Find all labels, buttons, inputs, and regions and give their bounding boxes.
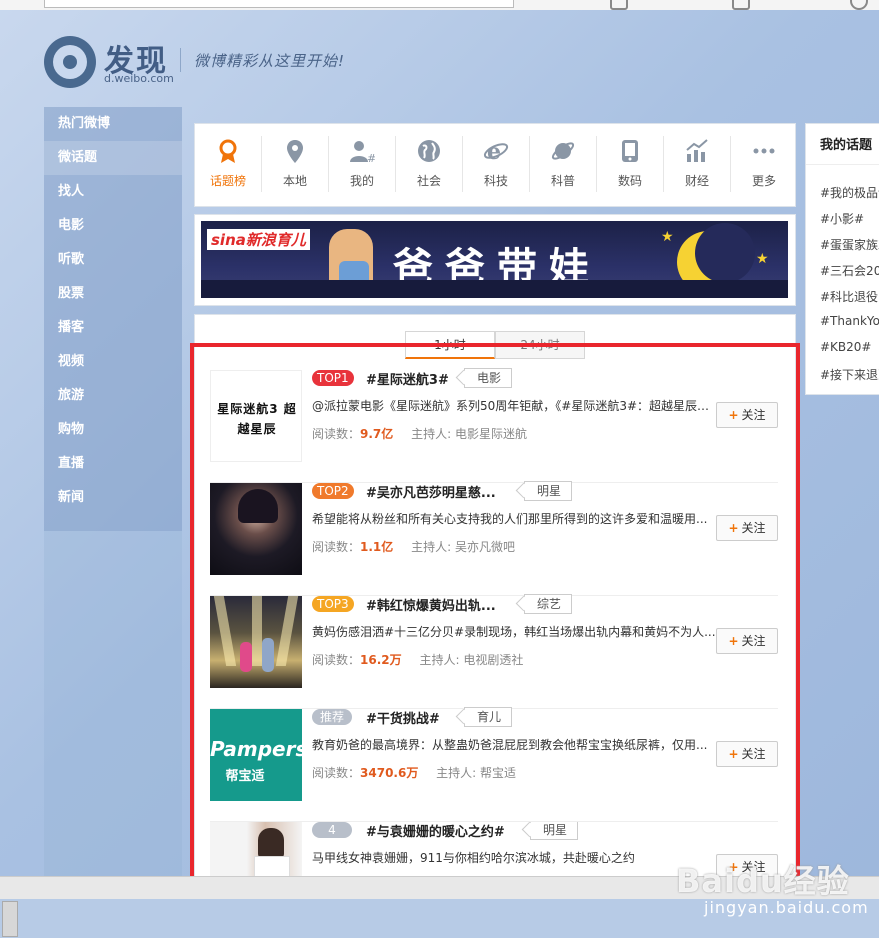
nav-item-find-people[interactable]: 找人 bbox=[44, 175, 182, 209]
ad-banner[interactable]: sina新浪育儿 爸爸带娃 ★ ★ bbox=[201, 221, 788, 298]
globe-icon bbox=[416, 138, 442, 164]
baidu-watermark: Baidu经验 bbox=[676, 862, 850, 900]
baidu-watermark-url: jingyan.baidu.com bbox=[704, 898, 869, 917]
star-icon: ★ bbox=[661, 229, 674, 245]
nav-item-videos[interactable]: 视频 bbox=[44, 345, 182, 379]
star-icon: ★ bbox=[756, 251, 769, 267]
taskbar-button[interactable] bbox=[2, 901, 18, 937]
category-digital[interactable]: 数码 bbox=[597, 124, 663, 206]
chart-up-icon bbox=[684, 138, 710, 164]
left-sidebar-background bbox=[44, 531, 182, 876]
my-topics-title: 我的话题 bbox=[820, 138, 873, 153]
nav-item-live[interactable]: 直播 bbox=[44, 447, 182, 481]
toolbar-icon[interactable] bbox=[732, 0, 750, 10]
banner-brand: sina新浪育儿 bbox=[207, 229, 310, 250]
nav-item-music[interactable]: 听歌 bbox=[44, 243, 182, 277]
location-pin-icon bbox=[282, 138, 308, 164]
planet-icon bbox=[550, 138, 576, 164]
my-topic-item[interactable]: #科比退役 bbox=[820, 288, 878, 305]
weibo-discover-logo-icon[interactable] bbox=[44, 36, 96, 88]
category-science[interactable]: 科普 bbox=[530, 124, 596, 206]
category-topic-ranking[interactable]: 话题榜 bbox=[195, 124, 261, 206]
tablet-icon bbox=[617, 138, 643, 164]
annotation-highlight-box bbox=[190, 343, 800, 893]
my-topics-panel: 我的话题 #我的极品设 #小影# #蛋蛋家族X #三石会2016 #科比退役 #… bbox=[805, 123, 879, 395]
nav-item-news[interactable]: 新闻 bbox=[44, 481, 182, 515]
my-topic-item[interactable]: #KB20# bbox=[820, 340, 871, 354]
my-topic-item[interactable]: #ThankYouK bbox=[820, 314, 879, 328]
banner-cityscape bbox=[201, 280, 788, 298]
svg-text:e: e bbox=[487, 139, 501, 164]
category-local[interactable]: 本地 bbox=[262, 124, 328, 206]
category-finance[interactable]: 财经 bbox=[664, 124, 730, 206]
my-topic-item[interactable]: #接下来退到 bbox=[820, 366, 879, 383]
slogan: 微博精彩从这里开始! bbox=[194, 52, 346, 70]
brand-url: d.weibo.com bbox=[104, 72, 174, 85]
my-topic-item[interactable]: #小影# bbox=[820, 210, 864, 227]
category-tech[interactable]: e 科技 bbox=[463, 124, 529, 206]
browser-toolbar bbox=[0, 0, 879, 10]
category-more[interactable]: 更多 bbox=[731, 124, 797, 206]
address-bar[interactable] bbox=[44, 0, 514, 8]
medal-icon bbox=[215, 138, 241, 164]
nav-item-stocks[interactable]: 股票 bbox=[44, 277, 182, 311]
my-topic-item[interactable]: #蛋蛋家族X bbox=[820, 236, 879, 253]
my-topic-item[interactable]: #我的极品设 bbox=[820, 184, 879, 201]
more-dots-icon bbox=[751, 138, 777, 164]
bookmark-icon[interactable] bbox=[610, 0, 628, 10]
nav-item-podcasts[interactable]: 播客 bbox=[44, 311, 182, 345]
header-divider bbox=[180, 48, 181, 72]
nav-item-travel[interactable]: 旅游 bbox=[44, 379, 182, 413]
banner-container: sina新浪育儿 爸爸带娃 ★ ★ bbox=[194, 214, 796, 306]
svg-text:#: # bbox=[367, 152, 375, 164]
nav-item-shopping[interactable]: 购物 bbox=[44, 413, 182, 447]
left-navigation: 热门微博 微话题 找人 电影 听歌 股票 播客 视频 旅游 购物 直播 新闻 bbox=[44, 107, 182, 531]
category-society[interactable]: 社会 bbox=[396, 124, 462, 206]
ie-logo-icon: e bbox=[483, 138, 509, 165]
account-icon[interactable] bbox=[850, 0, 868, 10]
nav-item-hot-weibo[interactable]: 热门微博 bbox=[44, 107, 182, 141]
category-mine[interactable]: # 我的 bbox=[329, 124, 395, 206]
user-topic-icon: # bbox=[349, 138, 376, 165]
category-bar: 话题榜 本地 # 我的 社会 e 科技 科普 bbox=[194, 123, 796, 207]
nav-item-movies[interactable]: 电影 bbox=[44, 209, 182, 243]
nav-item-topics[interactable]: 微话题 bbox=[44, 141, 182, 175]
my-topic-item[interactable]: #三石会2016 bbox=[820, 262, 879, 279]
